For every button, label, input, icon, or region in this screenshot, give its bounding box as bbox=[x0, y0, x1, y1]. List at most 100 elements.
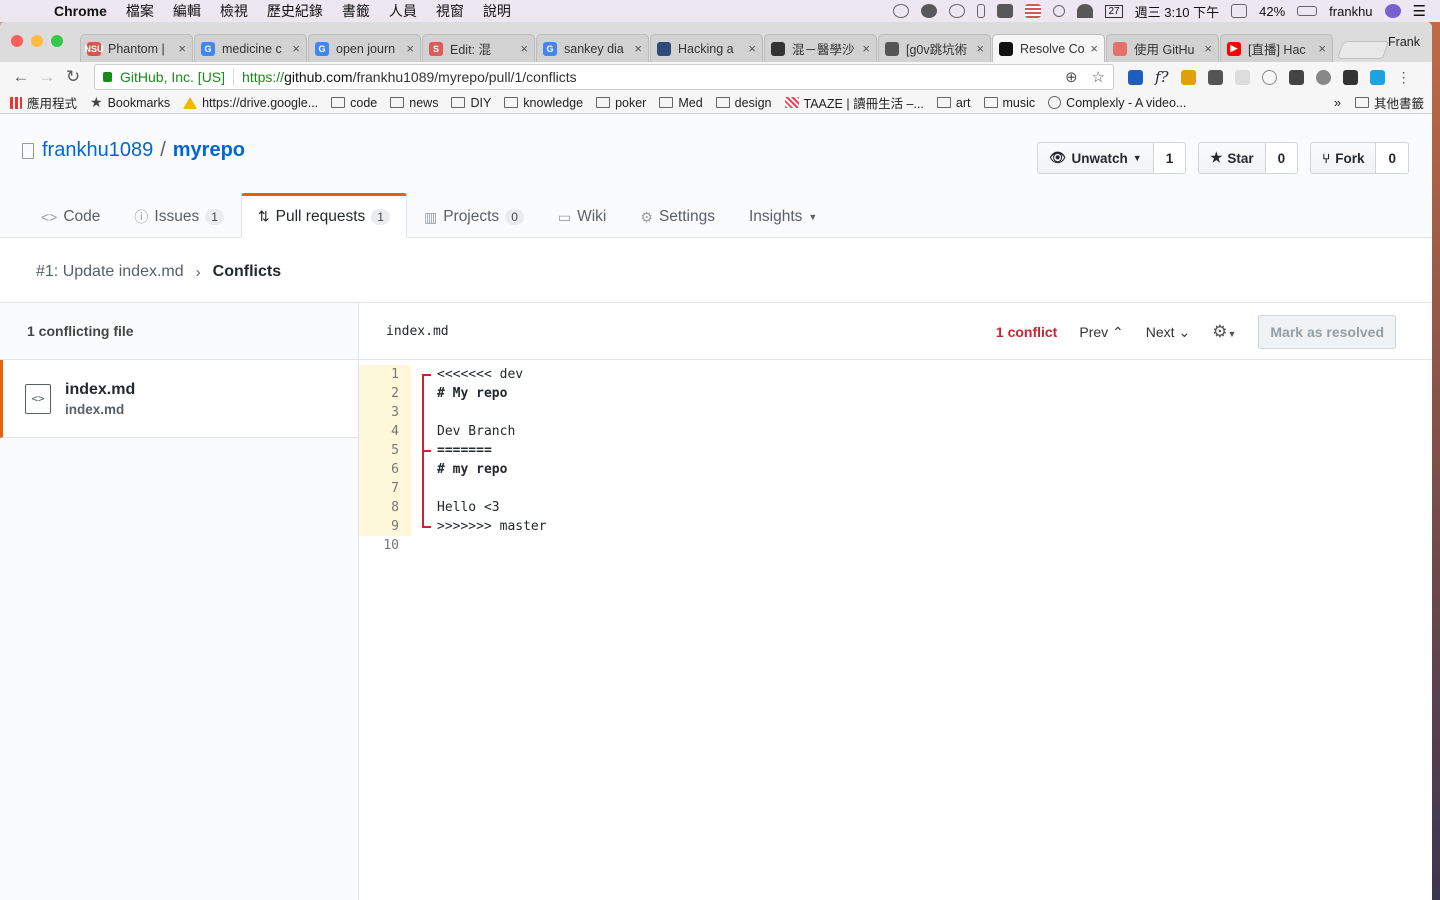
browser-tab[interactable]: Gmedicine c × bbox=[194, 34, 307, 62]
ghost-icon[interactable] bbox=[921, 4, 938, 18]
close-tab-icon[interactable]: × bbox=[520, 41, 528, 56]
close-tab-icon[interactable]: × bbox=[1204, 41, 1212, 56]
menu-view[interactable]: 檢視 bbox=[220, 1, 248, 21]
spotlight-search-icon[interactable] bbox=[1053, 5, 1066, 17]
zoom-icon[interactable]: ⊕ bbox=[1065, 68, 1078, 86]
tab-pull-requests[interactable]: ⇅ Pull requests 1 bbox=[240, 193, 407, 238]
code-line-text[interactable]: # My repo bbox=[437, 386, 507, 401]
code-line-text[interactable]: Hello <3 bbox=[437, 500, 500, 515]
time-machine-icon[interactable] bbox=[949, 4, 966, 18]
browser-tab[interactable]: [g0v跳坑術 × bbox=[878, 34, 991, 62]
back-button[interactable]: ← bbox=[8, 67, 34, 87]
bookmark-item[interactable]: https://drive.google... bbox=[183, 96, 318, 110]
extension-evernote-icon[interactable] bbox=[1207, 69, 1223, 85]
star-count[interactable]: 0 bbox=[1265, 142, 1299, 174]
code-line-text[interactable]: # my repo bbox=[437, 462, 507, 477]
bookmark-item[interactable]: news bbox=[390, 96, 438, 110]
code-line-text[interactable]: >>>>>>> master bbox=[437, 519, 547, 534]
extension-paw-icon[interactable] bbox=[1315, 69, 1331, 85]
more-bookmarks-button[interactable]: » bbox=[1334, 96, 1341, 110]
browser-tab[interactable]: Gsankey dia × bbox=[536, 34, 649, 62]
user-name[interactable]: frankhu bbox=[1329, 4, 1372, 19]
fork-button[interactable]: ⑂ Fork bbox=[1310, 142, 1377, 174]
bookmark-item[interactable]: ★ Bookmarks bbox=[90, 94, 170, 111]
repo-name-link[interactable]: myrepo bbox=[173, 139, 245, 162]
volume-icon[interactable] bbox=[997, 4, 1014, 18]
chrome-menu-icon[interactable]: ⋮ bbox=[1397, 69, 1411, 86]
menu-file[interactable]: 檔案 bbox=[126, 1, 154, 21]
siri-icon[interactable] bbox=[1384, 4, 1401, 18]
browser-tab[interactable]: Gopen journ × bbox=[308, 34, 421, 62]
url-text[interactable]: https://github.com/frankhu1089/myrepo/pu… bbox=[242, 69, 577, 85]
browser-tab[interactable]: Hacking a × bbox=[650, 34, 763, 62]
close-window-button[interactable] bbox=[11, 35, 23, 47]
extension-shield-icon[interactable] bbox=[1369, 69, 1385, 85]
close-tab-icon[interactable]: × bbox=[178, 41, 186, 56]
code-line-text[interactable]: Dev Branch bbox=[437, 424, 515, 439]
next-conflict-button[interactable]: Next ⌄ bbox=[1146, 324, 1190, 341]
extension-play-icon[interactable] bbox=[1261, 69, 1277, 85]
code-line-text[interactable]: <<<<<<< dev bbox=[437, 367, 523, 382]
extension-v-icon[interactable] bbox=[1128, 69, 1143, 85]
airplay-icon[interactable] bbox=[1231, 4, 1248, 18]
battery-percent[interactable]: 42% bbox=[1259, 4, 1285, 19]
tab-issues[interactable]: ⓘ Issues 1 bbox=[117, 194, 241, 238]
extension-fx-icon[interactable]: f? bbox=[1155, 68, 1169, 86]
other-bookmarks-folder[interactable]: 其他書籤 bbox=[1354, 93, 1424, 112]
bookmark-item[interactable]: DIY bbox=[451, 96, 491, 110]
menu-window[interactable]: 視窗 bbox=[436, 1, 464, 21]
close-tab-icon[interactable]: × bbox=[748, 41, 756, 56]
reload-button[interactable]: ↻ bbox=[60, 67, 86, 87]
tab-wiki[interactable]: ▭ Wiki bbox=[541, 194, 624, 238]
new-tab-button[interactable] bbox=[1336, 41, 1390, 59]
close-tab-icon[interactable]: × bbox=[406, 41, 414, 56]
bookmark-item[interactable]: 應用程式 bbox=[10, 93, 77, 112]
bookmark-star-icon[interactable]: ☆ bbox=[1092, 68, 1105, 86]
wifi-icon[interactable] bbox=[1077, 4, 1094, 18]
editor-settings-gear-icon[interactable]: ⚙▼ bbox=[1212, 322, 1236, 342]
browser-tab[interactable]: 使用 GitHu × bbox=[1106, 34, 1219, 62]
bookmark-item[interactable]: Complexly - A video... bbox=[1048, 96, 1186, 110]
extension-pocket-icon[interactable] bbox=[1288, 69, 1304, 85]
clock[interactable]: 週三 3:10 下午 bbox=[1135, 2, 1220, 21]
star-button[interactable]: ★ Star bbox=[1198, 142, 1266, 174]
zoom-window-button[interactable] bbox=[51, 35, 63, 47]
conflict-file-item[interactable]: <> index.md index.md bbox=[0, 360, 358, 438]
bookmark-item[interactable]: knowledge bbox=[504, 96, 583, 110]
bluetooth-icon[interactable] bbox=[977, 4, 986, 18]
close-tab-icon[interactable]: × bbox=[862, 41, 870, 56]
profile-button[interactable]: Frank bbox=[1388, 35, 1420, 49]
bookmark-item[interactable]: art bbox=[936, 96, 971, 110]
bookmark-item[interactable]: music bbox=[983, 96, 1035, 110]
bookmark-item[interactable]: Med bbox=[659, 96, 703, 110]
watch-count[interactable]: 1 bbox=[1153, 142, 1187, 174]
minimize-window-button[interactable] bbox=[31, 35, 43, 47]
extension-download-icon[interactable] bbox=[1342, 69, 1358, 85]
fork-count[interactable]: 0 bbox=[1376, 142, 1409, 174]
close-tab-icon[interactable]: × bbox=[634, 41, 642, 56]
unwatch-button[interactable]: 👁 Unwatch ▼ bbox=[1037, 142, 1154, 174]
bookmark-item[interactable]: code bbox=[331, 96, 377, 110]
menu-edit[interactable]: 編輯 bbox=[173, 1, 201, 21]
code-line-text[interactable]: ======= bbox=[437, 443, 492, 458]
calendar-icon[interactable]: 27 bbox=[1105, 4, 1123, 18]
extension-page-icon[interactable] bbox=[1234, 69, 1250, 85]
prev-conflict-button[interactable]: Prev ⌃ bbox=[1079, 324, 1123, 341]
browser-tab[interactable]: NSU Phantom | × bbox=[80, 34, 193, 62]
notification-center-icon[interactable]: ☰ bbox=[1413, 2, 1426, 20]
bookmark-item[interactable]: design bbox=[715, 96, 772, 110]
us-flag-icon[interactable] bbox=[1025, 4, 1042, 18]
browser-tab[interactable]: Resolve Co × bbox=[992, 34, 1105, 62]
bookmark-item[interactable]: TAAZE | 讀冊生活 –... bbox=[784, 93, 924, 112]
bookmark-item[interactable]: poker bbox=[596, 96, 646, 110]
forward-button[interactable]: → bbox=[34, 67, 60, 87]
menu-history[interactable]: 歷史紀錄 bbox=[267, 1, 323, 21]
tab-code[interactable]: <> Code bbox=[24, 194, 117, 238]
browser-tab[interactable]: ▶ [直播] Hac × bbox=[1220, 34, 1333, 62]
address-bar[interactable]: GitHub, Inc. [US] https://github.com/fra… bbox=[94, 64, 1114, 90]
menu-people[interactable]: 人員 bbox=[389, 1, 417, 21]
breadcrumb-pr-link[interactable]: #1: Update index.md bbox=[36, 263, 184, 281]
tab-insights[interactable]: Insights ▼ bbox=[732, 194, 834, 238]
battery-icon[interactable] bbox=[1297, 6, 1318, 16]
tab-projects[interactable]: ▥ Projects 0 bbox=[407, 194, 541, 238]
